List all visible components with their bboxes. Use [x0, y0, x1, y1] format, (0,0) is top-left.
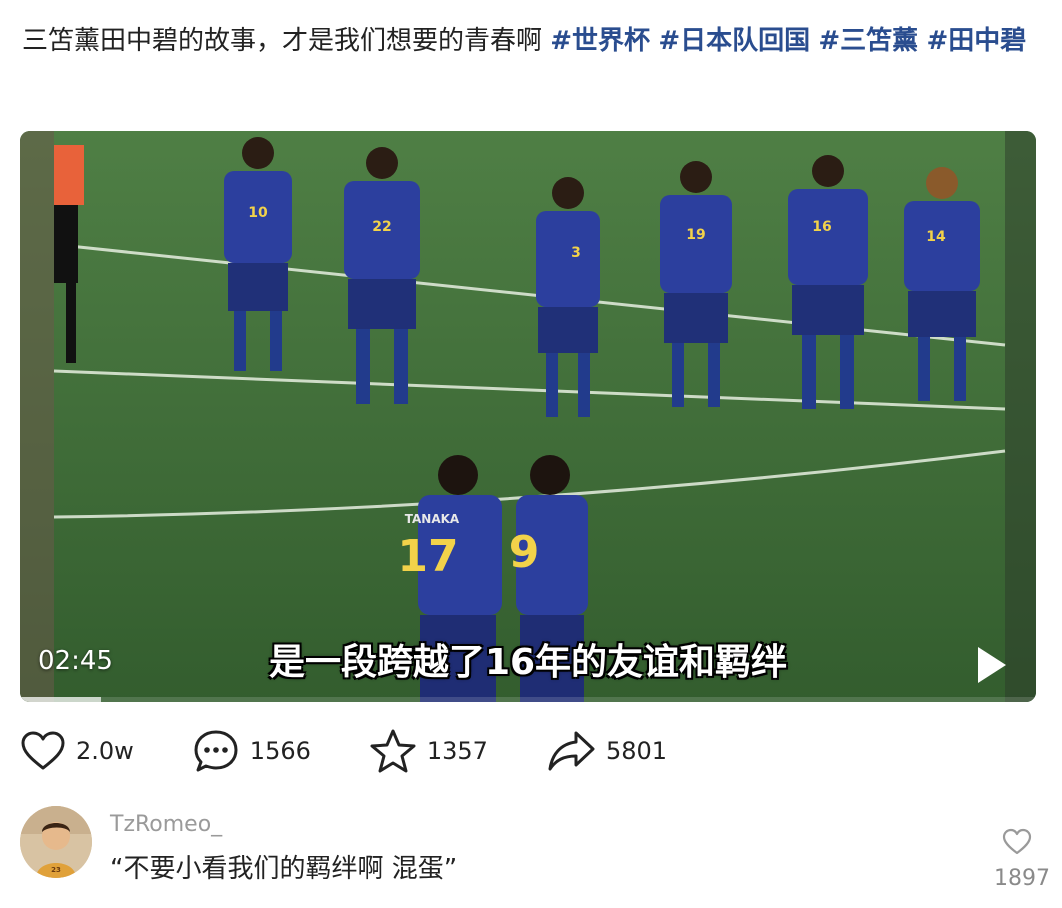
avatar-image: 23 — [20, 806, 92, 878]
star-icon — [370, 729, 416, 773]
post-text: 三笘薰田中碧的故事，才是我们想要的青春啊 — [22, 26, 551, 56]
favorite-button[interactable]: 1357 — [369, 728, 488, 774]
avatar[interactable]: 23 — [20, 806, 92, 878]
hashtag-tanaka[interactable]: #田中碧 — [926, 26, 1026, 56]
play-icon[interactable] — [978, 647, 1006, 683]
video-duration: 02:45 — [38, 646, 113, 676]
heart-icon — [1002, 828, 1032, 855]
like-count: 2.0w — [76, 737, 134, 765]
comment-count: 1566 — [249, 737, 311, 765]
share-icon — [548, 731, 595, 771]
jersey-number: 17 — [397, 531, 458, 582]
svg-text:23: 23 — [51, 866, 61, 874]
hashtag-japan-team-return[interactable]: #日本队回国 — [658, 26, 810, 56]
jersey-number: 19 — [686, 227, 705, 243]
post-caption: 三笘薰田中碧的故事，才是我们想要的青春啊 #世界杯 #日本队回国 #三笘薰 #田… — [22, 18, 1042, 64]
favorite-count: 1357 — [426, 737, 488, 765]
jersey-number: 22 — [372, 219, 391, 235]
share-button[interactable]: 5801 — [546, 729, 667, 773]
share-count: 5801 — [605, 737, 668, 765]
comment-text: “不要小看我们的羁绊啊 混蛋” — [110, 854, 458, 884]
jersey-number: 16 — [812, 219, 831, 235]
comment-button[interactable]: 1566 — [192, 728, 311, 774]
video-progress-track[interactable] — [20, 697, 1036, 702]
video-player[interactable]: 10 22 3 19 16 14 TANAKA 17 9 是一段跨越了16年的友… — [20, 131, 1036, 702]
comment-like-button[interactable] — [1002, 828, 1032, 860]
jersey-name: TANAKA — [405, 512, 460, 526]
jersey-number: 9 — [509, 527, 540, 578]
comment-username[interactable]: TzRomeo_ — [110, 812, 222, 837]
hashtag-world-cup[interactable]: #世界杯 — [550, 26, 650, 56]
video-subtitle: 是一段跨越了16年的友谊和羁绊 — [268, 642, 788, 683]
hashtag-mitoma[interactable]: #三笘薰 — [818, 26, 918, 56]
action-bar: 2.0w 1566 1357 5801 — [20, 726, 725, 776]
like-button[interactable]: 2.0w — [20, 730, 134, 772]
jersey-number: 3 — [571, 245, 581, 261]
video-frame: 10 22 3 19 16 14 TANAKA 17 9 — [20, 131, 1036, 702]
comment-item: 23 TzRomeo_ “不要小看我们的羁绊啊 混蛋” 1897 — [20, 806, 1050, 896]
heart-icon — [21, 731, 65, 770]
comment-icon — [194, 730, 238, 772]
jersey-number: 14 — [926, 229, 946, 245]
jersey-number: 10 — [248, 205, 268, 221]
video-progress-fill — [20, 697, 102, 702]
comment-like-count: 1897 — [994, 866, 1050, 891]
